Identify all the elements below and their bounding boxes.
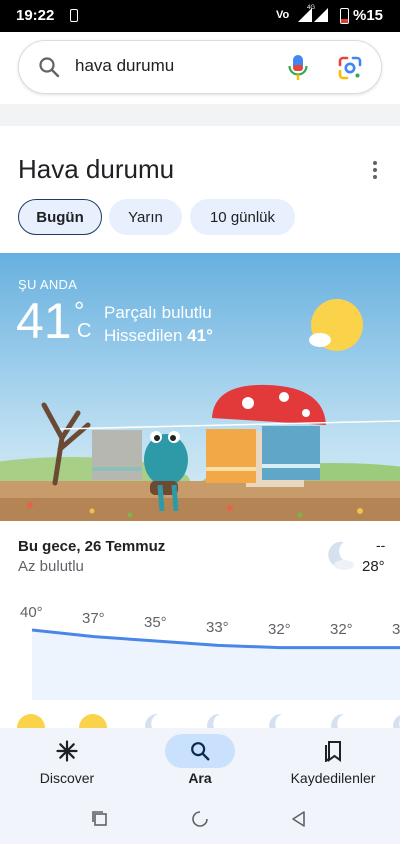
feels-like: Hissedilen 41°: [104, 326, 213, 346]
phone-notification-icon: [70, 9, 78, 22]
status-time: 19:22: [16, 7, 55, 24]
tonight-condition: Az bulutlu: [18, 558, 84, 575]
system-navigation-bar: [0, 800, 400, 844]
tonight-low: 28°: [362, 558, 385, 575]
volte-indicator: Vo: [276, 9, 290, 21]
current-label: ŞU ANDA: [18, 277, 78, 292]
nav-discover-label: Discover: [39, 770, 95, 786]
current-temperature: 41: [16, 293, 72, 349]
search-bar[interactable]: hava durumu: [18, 40, 382, 94]
search-input[interactable]: hava durumu: [75, 56, 174, 76]
hour-temp: 40°: [20, 604, 43, 621]
google-lens-icon[interactable]: [337, 55, 363, 81]
feels-like-value: 41°: [187, 326, 213, 345]
tab-today[interactable]: Bugün: [18, 199, 102, 235]
weather-title: Hava durumu: [18, 154, 175, 184]
nav-discover-pill: [32, 734, 102, 768]
moon-icon: [328, 541, 354, 570]
tab-tomorrow[interactable]: Yarın: [109, 199, 182, 235]
search-icon: [191, 742, 210, 761]
bottom-navigation: Discover Ara Kaydedilenler: [0, 728, 400, 800]
hourly-temperature-chart: [31, 628, 400, 700]
bookmarks-icon: [325, 741, 341, 762]
recent-apps-icon[interactable]: [91, 810, 109, 828]
nav-saved[interactable]: Kaydedilenler: [278, 734, 388, 794]
search-icon: [39, 57, 60, 78]
nav-search-label: Ara: [188, 770, 212, 786]
status-bar: 19:22 Vo 4G %15: [0, 0, 400, 32]
battery-icon: [340, 8, 349, 24]
asterisk-icon: [56, 740, 78, 762]
temperature-unit[interactable]: C: [77, 320, 91, 343]
nav-search[interactable]: Ara: [145, 734, 255, 794]
tab-10-day[interactable]: 10 günlük: [190, 199, 295, 235]
home-icon[interactable]: [191, 810, 209, 828]
microphone-icon[interactable]: [287, 54, 309, 82]
tonight-high: --: [376, 537, 386, 553]
current-condition: Parçalı bulutlu: [104, 303, 212, 322]
nav-saved-pill: [298, 734, 368, 768]
nav-saved-label: Kaydedilenler: [290, 770, 376, 786]
nav-discover[interactable]: Discover: [12, 734, 122, 794]
nav-search-pill: [165, 734, 235, 768]
more-options-icon[interactable]: [366, 158, 384, 182]
search-header: hava durumu: [0, 32, 400, 104]
battery-percent: %15: [353, 7, 384, 24]
tonight-title: Bu gece, 26 Temmuz: [18, 538, 166, 555]
back-icon[interactable]: [290, 810, 308, 828]
feels-like-label: Hissedilen: [104, 326, 183, 345]
section-divider: [0, 104, 400, 126]
hourly-area: [32, 630, 400, 700]
signal-secondary-icon: [314, 8, 328, 22]
